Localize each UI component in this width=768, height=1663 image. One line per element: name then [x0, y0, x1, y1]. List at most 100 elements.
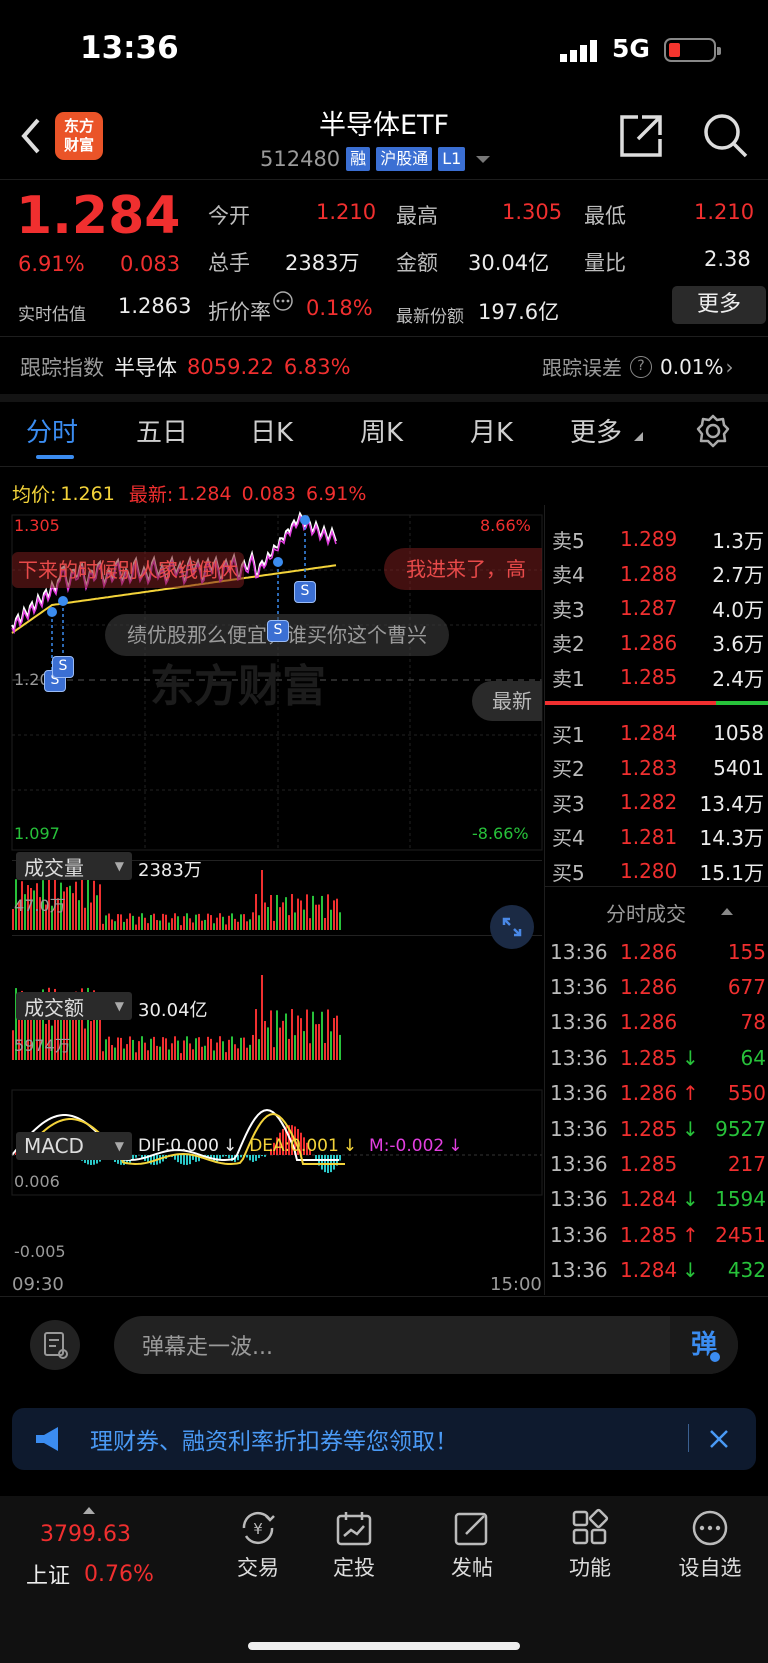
section-gap — [0, 394, 768, 402]
tab-more[interactable]: 更多 — [570, 412, 622, 449]
level-label: 卖4 — [552, 563, 585, 588]
more-button[interactable]: 更多 — [672, 286, 766, 324]
low-value: 1.210 — [694, 200, 755, 224]
buy-orders: 买1 1.284 1058 买2 1.283 5401 买3 1.282 13.4万 买4 1.28… — [552, 716, 764, 889]
share-icon[interactable] — [618, 113, 664, 159]
ratio-value: 2.38 — [704, 247, 751, 271]
macd-bar — [180, 1155, 182, 1164]
bar — [90, 1021, 92, 1060]
bar — [294, 1035, 296, 1060]
bar — [195, 1038, 197, 1060]
caret-up-icon — [83, 1507, 95, 1514]
bar — [183, 916, 185, 930]
bar — [156, 1045, 158, 1060]
caret-down-icon — [476, 156, 491, 163]
shares-label: 最新份额 — [396, 307, 464, 327]
trade-marker[interactable]: S — [294, 581, 316, 603]
bar — [159, 920, 161, 930]
bar — [129, 913, 131, 930]
bar — [207, 913, 209, 930]
nav-post[interactable]: 发帖 — [424, 1508, 520, 1582]
bar — [111, 919, 113, 930]
change-pct: 6.91% — [18, 252, 85, 276]
buy-row: 买2 1.283 5401 — [552, 751, 764, 786]
index-info[interactable]: 上证 0.76% — [26, 1558, 154, 1590]
level-label: 买4 — [552, 826, 585, 851]
danmu-toggle-button[interactable]: 弹 — [670, 1316, 738, 1374]
bar — [108, 913, 110, 930]
macd-legend: DIF:0.000 ↓ DEA:0.001 ↓ M:-0.002 ↓ — [138, 1136, 463, 1156]
shares-value: 197.6亿 — [478, 300, 560, 324]
latest-button[interactable]: 最新 — [472, 681, 542, 721]
danmu-input[interactable]: 弹幕走一波... — [114, 1316, 738, 1374]
trade-marker[interactable]: S — [52, 656, 74, 678]
close-icon[interactable] — [708, 1428, 730, 1450]
amount-selector[interactable]: 成交额 ▼ — [16, 992, 132, 1020]
gear-icon[interactable] — [696, 414, 730, 448]
nav-watchlist[interactable]: 设自选 — [660, 1508, 760, 1582]
tab-indicator — [36, 455, 74, 459]
ticks-title[interactable]: 分时成交 — [606, 898, 686, 927]
bar — [198, 1037, 200, 1060]
bar — [222, 1041, 224, 1060]
bar — [303, 909, 305, 930]
bar — [261, 975, 263, 1060]
code-row[interactable]: 512480 融 沪股通 L1 — [260, 147, 493, 171]
bar — [258, 915, 260, 930]
bar — [105, 915, 107, 930]
promo-banner[interactable]: 理财券、融资利率折扣券等您领取！ — [12, 1408, 756, 1470]
trade-marker[interactable]: S — [267, 620, 289, 642]
macd-selector[interactable]: MACD ▼ — [16, 1132, 132, 1160]
tab-daily-k[interactable]: 日K — [250, 412, 293, 449]
level-volume: 1058 — [713, 721, 764, 746]
volume-selector[interactable]: 成交量 ▼ — [16, 852, 132, 880]
tab-weekly-k[interactable]: 周K — [360, 412, 403, 449]
expand-button[interactable] — [490, 905, 534, 949]
bar — [282, 1020, 284, 1060]
sell-orders: 卖5 1.289 1.3万 卖4 1.288 2.7万 卖3 1.287 4.0万 卖2 1.286… — [552, 522, 764, 695]
comment-list-icon — [44, 1332, 68, 1359]
bar — [96, 895, 98, 930]
bar — [270, 1010, 272, 1060]
chevron-right-icon: › — [725, 354, 734, 379]
bar — [213, 923, 215, 930]
bar — [228, 915, 230, 930]
tab-5day[interactable]: 五日 — [136, 412, 188, 449]
bar — [192, 1049, 194, 1060]
bar — [81, 879, 83, 930]
index-value[interactable]: 3799.63 — [40, 1522, 131, 1547]
comments-button[interactable] — [30, 1320, 80, 1370]
level-price: 1.280 — [620, 859, 678, 884]
buy-row: 买5 1.280 15.1万 — [552, 854, 764, 889]
level-volume: 5401 — [713, 755, 764, 780]
macd-bar — [321, 1155, 323, 1170]
check-badge-icon — [708, 1350, 722, 1364]
divider — [0, 336, 768, 337]
bar — [114, 921, 116, 930]
nav-features[interactable]: 功能 — [542, 1508, 638, 1582]
bar — [180, 925, 182, 930]
bar — [213, 1050, 215, 1060]
tracking-error[interactable]: 跟踪误差 ? 0.01% › — [542, 352, 734, 381]
bar — [333, 900, 335, 930]
macd-bar — [252, 1155, 254, 1162]
pct-top-label: 8.66% — [480, 516, 531, 535]
bar — [201, 920, 203, 930]
bar — [114, 1047, 116, 1060]
tab-monthly-k[interactable]: 月K — [470, 412, 513, 449]
tracking-row[interactable]: 跟踪指数 半导体 8059.22 6.83% — [20, 352, 351, 382]
bar — [318, 1024, 320, 1060]
nav-invest[interactable]: 定投 — [306, 1508, 402, 1582]
bar — [219, 1036, 221, 1060]
search-icon[interactable] — [702, 112, 748, 160]
tab-intraday[interactable]: 分时 — [26, 412, 78, 449]
sell-row: 卖2 1.286 3.6万 — [552, 626, 764, 661]
bar — [132, 1039, 134, 1060]
bar — [189, 918, 191, 930]
bar — [102, 1051, 104, 1060]
nav-trade[interactable]: ¥ 交易 — [210, 1508, 306, 1582]
info-icon[interactable] — [272, 290, 294, 312]
amount-max-label: 5974万 — [14, 1036, 71, 1055]
bar — [120, 1037, 122, 1060]
bar — [285, 897, 287, 930]
